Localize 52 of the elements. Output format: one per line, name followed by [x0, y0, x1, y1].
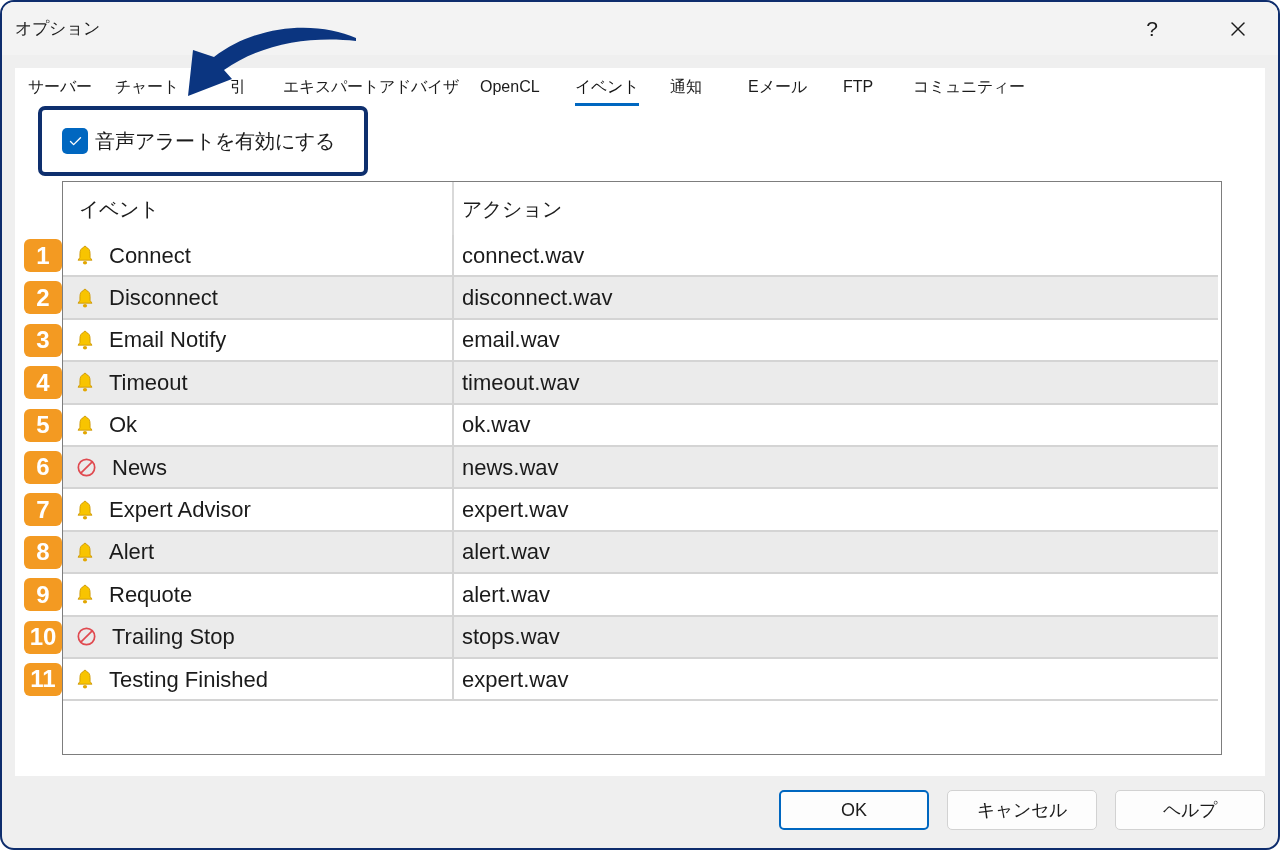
sound-file: email.wav: [462, 326, 560, 355]
event-name: Connect: [109, 241, 191, 270]
tab[interactable]: チャート: [115, 68, 179, 106]
tab[interactable]: 引: [230, 68, 246, 106]
tab[interactable]: 通知: [670, 68, 702, 106]
tab[interactable]: エキスパートアドバイザ: [283, 68, 459, 106]
number-badge: 11: [24, 662, 62, 696]
event-name: Expert Advisor: [109, 496, 251, 525]
event-name: Alert: [109, 538, 155, 567]
number-badge: 10: [24, 620, 62, 654]
number-badge: 2: [24, 281, 62, 315]
tab[interactable]: サーバー: [28, 68, 92, 106]
number-badge: 7: [24, 493, 62, 527]
checkbox[interactable]: [62, 128, 88, 154]
sound-file: disconnect.wav: [462, 284, 613, 313]
sound-file: connect.wav: [462, 241, 585, 270]
checkbox-label: 音声アラートを有効にする: [95, 129, 335, 154]
event-name: Ok: [109, 411, 138, 440]
column-header[interactable]: アクション: [462, 193, 562, 224]
dialog-button[interactable]: キャンセル: [947, 790, 1097, 830]
sound-file: expert.wav: [462, 496, 569, 525]
sound-file: news.wav: [462, 453, 559, 482]
tab[interactable]: コミュニティー: [913, 68, 1025, 106]
help-button[interactable]: ?: [1140, 18, 1164, 39]
event-name: Disconnect: [109, 284, 218, 313]
dialog-button[interactable]: OK: [779, 790, 929, 830]
dialog-button[interactable]: ヘルプ: [1115, 790, 1265, 830]
number-badge: 3: [24, 323, 62, 357]
tab[interactable]: イベント: [575, 68, 639, 106]
event-name: Trailing Stop: [112, 623, 235, 652]
tab[interactable]: FTP: [843, 68, 874, 106]
event-name: News: [112, 453, 167, 482]
window-title: オプション: [15, 17, 100, 40]
sound-file: stops.wav: [462, 623, 560, 652]
event-name: Testing Finished: [109, 665, 268, 694]
sound-file: alert.wav: [462, 580, 551, 609]
number-badge: 1: [24, 239, 62, 272]
number-badge: 9: [24, 578, 62, 612]
event-name: Email Notify: [109, 326, 227, 355]
sound-file: timeout.wav: [462, 368, 580, 397]
column-header[interactable]: イベント: [79, 193, 159, 224]
number-badge: 8: [24, 535, 62, 569]
sound-file: ok.wav: [462, 411, 531, 440]
sound-file: alert.wav: [462, 538, 551, 567]
number-badge: 4: [24, 366, 62, 400]
event-name: Requote: [109, 580, 193, 609]
sound-file: expert.wav: [462, 665, 569, 694]
number-badge: 6: [24, 450, 62, 484]
event-name: Timeout: [109, 368, 188, 397]
number-badge: 5: [24, 408, 62, 442]
tab[interactable]: Eメール: [748, 68, 807, 106]
tab[interactable]: OpenCL: [480, 68, 540, 106]
